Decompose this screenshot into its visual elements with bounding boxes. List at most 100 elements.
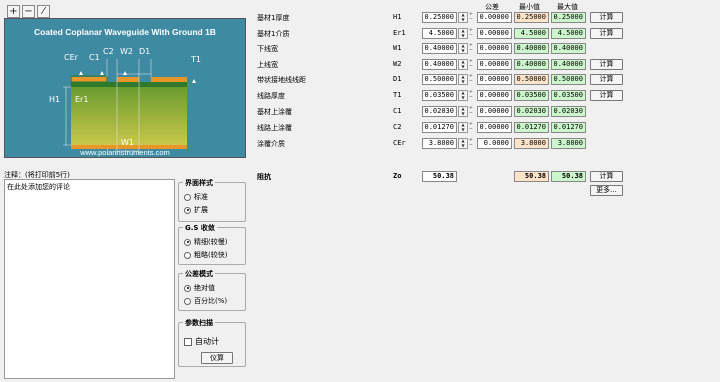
spinner-icon[interactable]: ▲ ▼ bbox=[458, 43, 468, 54]
tolerance-absolute-option[interactable]: 绝对值 bbox=[184, 283, 215, 293]
param-min-value: 0.03500 bbox=[514, 90, 549, 101]
spinner-icon[interactable]: ▲ ▼ bbox=[458, 59, 468, 70]
interface-standard-option[interactable]: 标准 bbox=[184, 192, 208, 202]
param-min-value: 0.25000 bbox=[514, 12, 549, 23]
more-button[interactable]: 更多... bbox=[590, 185, 623, 196]
param-max-value: 0.01270 bbox=[551, 122, 586, 133]
impedance-max: 50.38 bbox=[551, 171, 586, 182]
auto-calc-checkbox[interactable]: 自动计 bbox=[184, 336, 219, 347]
er1-label: Er1 bbox=[75, 95, 89, 104]
param-value-input[interactable]: 0.50000 bbox=[422, 74, 457, 85]
param-min-value: 0.40000 bbox=[514, 59, 549, 70]
param-label: 基材1厚度 bbox=[257, 14, 290, 22]
param-value-input[interactable]: 0.40000 bbox=[422, 59, 457, 70]
param-tolerance-input[interactable]: 0.00000 bbox=[477, 106, 512, 117]
param-symbol: C2 bbox=[393, 123, 402, 131]
param-tolerance-input[interactable]: 0.00000 bbox=[477, 12, 512, 23]
param-value-input[interactable]: 0.40000 bbox=[422, 43, 457, 54]
param-max-value: 0.50000 bbox=[551, 74, 586, 85]
param-value-input[interactable]: 0.01270 bbox=[422, 122, 457, 133]
gs-convergence-group: G.S 收敛 精细(较慢) 粗略(较快) bbox=[178, 223, 246, 265]
plus-minus-icon: + − bbox=[469, 74, 473, 84]
remove-button[interactable]: − bbox=[22, 5, 35, 18]
radio-selected-icon[interactable] bbox=[184, 238, 191, 246]
impedance-value[interactable]: 50.38 bbox=[422, 171, 457, 182]
edit-button[interactable]: ⁄ bbox=[37, 5, 50, 18]
param-value-input[interactable]: 0.03500 bbox=[422, 90, 457, 101]
param-value-input[interactable]: 0.02030 bbox=[422, 106, 457, 117]
param-tolerance-input[interactable]: 0.00000 bbox=[477, 90, 512, 101]
radio-icon[interactable] bbox=[184, 297, 191, 305]
spinner-icon[interactable]: ▲ ▼ bbox=[458, 138, 468, 149]
param-max-value: 0.40000 bbox=[551, 43, 586, 54]
param-calc-button[interactable]: 计算 bbox=[590, 90, 623, 101]
radio-icon[interactable] bbox=[184, 193, 191, 201]
spinner-icon[interactable]: ▲ ▼ bbox=[458, 74, 468, 85]
param-label: 线路厚度 bbox=[257, 92, 285, 100]
plus-minus-icon: + − bbox=[469, 59, 473, 69]
parameter-sweep-group: 参数扫描 自动计 仪算 bbox=[178, 318, 246, 367]
gs-fine-option[interactable]: 精细(较慢) bbox=[184, 237, 227, 247]
impedance-min: 50.38 bbox=[514, 171, 549, 182]
tolerance-mode-title: 公差模式 bbox=[183, 269, 215, 279]
param-symbol: Er1 bbox=[393, 29, 406, 37]
param-calc-button[interactable]: 计算 bbox=[590, 74, 623, 85]
gs-coarse-option[interactable]: 粗略(较快) bbox=[184, 250, 227, 260]
gs-convergence-title: G.S 收敛 bbox=[183, 223, 217, 233]
param-min-value: 0.02030 bbox=[514, 106, 549, 117]
param-tolerance-input[interactable]: 0.00000 bbox=[477, 74, 512, 85]
c2-label: C2 bbox=[103, 47, 114, 56]
spinner-icon[interactable]: ▲ ▼ bbox=[458, 12, 468, 23]
checkbox-icon[interactable] bbox=[184, 337, 192, 346]
param-calc-button[interactable]: 计算 bbox=[590, 28, 623, 39]
spinner-icon[interactable]: ▲ ▼ bbox=[458, 28, 468, 39]
param-min-value: 0.01270 bbox=[514, 122, 549, 133]
diagram-url: www.polarinstruments.com bbox=[80, 148, 170, 157]
structure-diagram: Coated Coplanar Waveguide With Ground 1B bbox=[4, 18, 246, 158]
plus-minus-icon: + − bbox=[469, 43, 473, 53]
param-calc-button[interactable]: 计算 bbox=[590, 59, 623, 70]
spinner-icon[interactable]: ▲ ▼ bbox=[458, 122, 468, 133]
param-max-value: 0.03500 bbox=[551, 90, 586, 101]
param-label: 下线宽 bbox=[257, 45, 278, 53]
param-calc-button[interactable]: 计算 bbox=[590, 12, 623, 23]
plus-minus-icon: + − bbox=[469, 12, 473, 22]
param-symbol: D1 bbox=[393, 75, 402, 83]
interface-style-group: 界面样式 标准 扩展 bbox=[178, 178, 246, 222]
param-tolerance-input[interactable]: 0.0000 bbox=[477, 138, 512, 149]
sweep-calc-button[interactable]: 仪算 bbox=[201, 352, 233, 364]
param-value-input[interactable]: 4.5000 bbox=[422, 28, 457, 39]
param-symbol: W1 bbox=[393, 44, 402, 52]
d1-label: D1 bbox=[139, 47, 151, 56]
param-symbol: T1 bbox=[393, 91, 402, 99]
param-symbol: C1 bbox=[393, 107, 402, 115]
impedance-calc-button[interactable]: 计算 bbox=[590, 171, 623, 182]
radio-selected-icon[interactable] bbox=[184, 284, 191, 292]
notes-textarea[interactable]: 在此处添加您的评论 bbox=[4, 179, 175, 379]
spinner-icon[interactable]: ▲ ▼ bbox=[458, 90, 468, 101]
param-label: 涂覆介质 bbox=[257, 140, 285, 148]
radio-selected-icon[interactable] bbox=[184, 206, 191, 214]
param-symbol: H1 bbox=[393, 13, 402, 21]
param-value-input[interactable]: 0.25000 bbox=[422, 12, 457, 23]
param-tolerance-input[interactable]: 0.00000 bbox=[477, 59, 512, 70]
param-max-value: 4.5000 bbox=[551, 28, 586, 39]
param-max-value: 0.02030 bbox=[551, 106, 586, 117]
interface-extended-option[interactable]: 扩展 bbox=[184, 205, 208, 215]
param-tolerance-input[interactable]: 0.00000 bbox=[477, 43, 512, 54]
param-tolerance-input[interactable]: 0.00000 bbox=[477, 122, 512, 133]
param-tolerance-input[interactable]: 0.00000 bbox=[477, 28, 512, 39]
radio-icon[interactable] bbox=[184, 251, 191, 259]
plus-minus-icon: + − bbox=[469, 28, 473, 38]
param-label: 上线宽 bbox=[257, 61, 278, 69]
h1-label: H1 bbox=[49, 95, 61, 104]
param-min-value: 3.8000 bbox=[514, 138, 549, 149]
spinner-icon[interactable]: ▲ ▼ bbox=[458, 106, 468, 117]
tolerance-percent-option[interactable]: 百分比(%) bbox=[184, 296, 227, 306]
add-button[interactable]: + bbox=[7, 5, 20, 18]
param-label: 带状接地线线距 bbox=[257, 76, 306, 84]
param-min-value: 4.5000 bbox=[514, 28, 549, 39]
param-value-input[interactable]: 3.8000 bbox=[422, 138, 457, 149]
param-symbol: CEr bbox=[393, 139, 406, 147]
plus-minus-icon: + − bbox=[469, 90, 473, 100]
